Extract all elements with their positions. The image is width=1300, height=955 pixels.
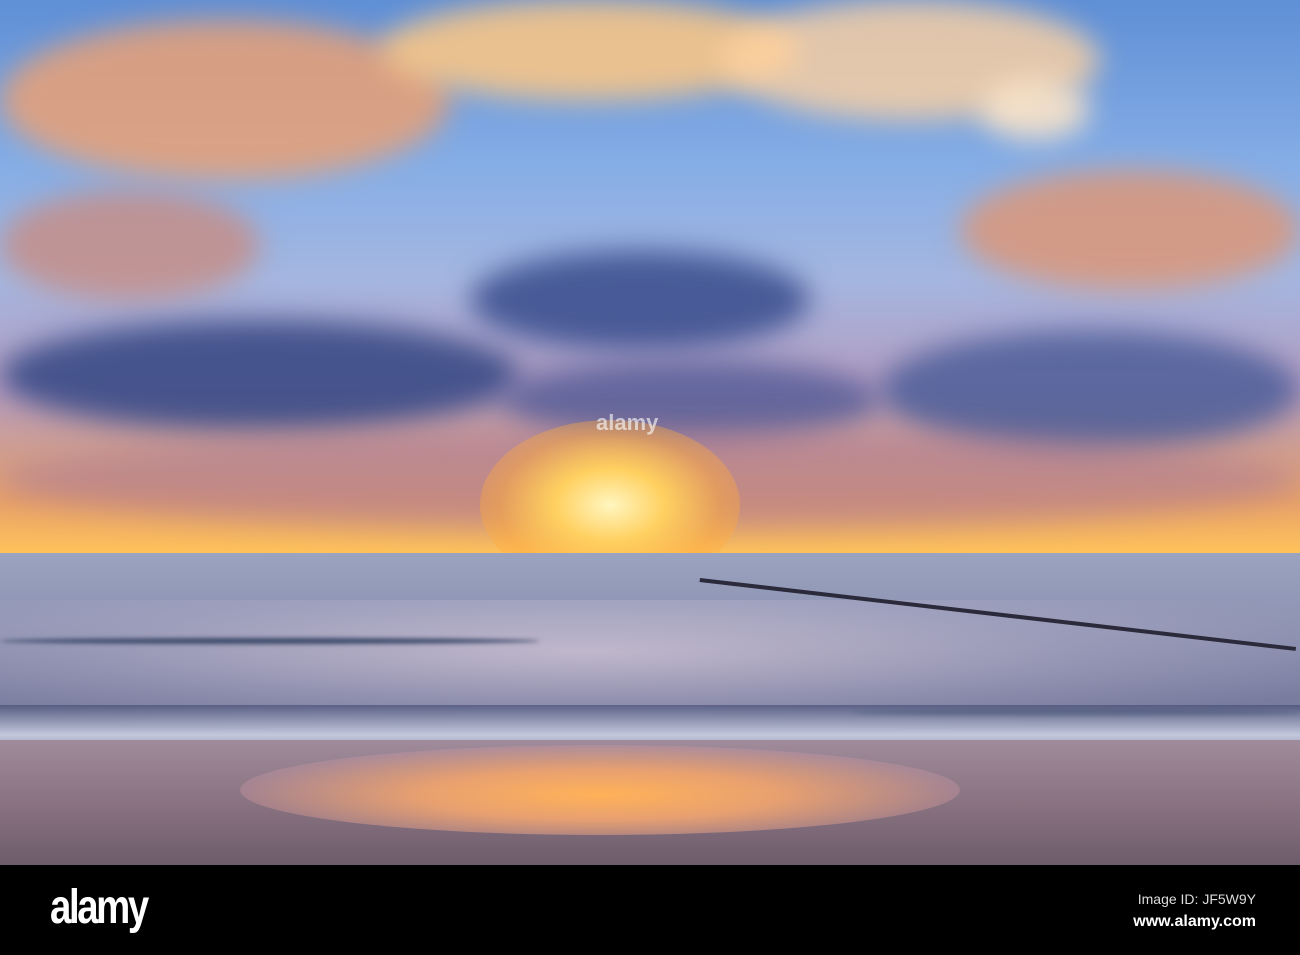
cloud	[470, 250, 810, 350]
watermark-text: alamy	[596, 410, 659, 435]
alamy-logo: alamy	[50, 881, 149, 934]
image-id: Image ID: JF5W9Y	[1137, 891, 1256, 907]
cloud	[0, 190, 260, 300]
wave	[0, 638, 540, 644]
cloud	[880, 330, 1300, 450]
cloud	[0, 320, 520, 430]
cloud	[980, 80, 1090, 140]
wet-sand-reflection	[240, 745, 960, 835]
sunset-beach-photo: alamy	[0, 0, 1300, 865]
cloud	[960, 170, 1300, 290]
footer-bar	[0, 865, 1300, 955]
website-link[interactable]: www.alamy.com	[1133, 913, 1256, 931]
